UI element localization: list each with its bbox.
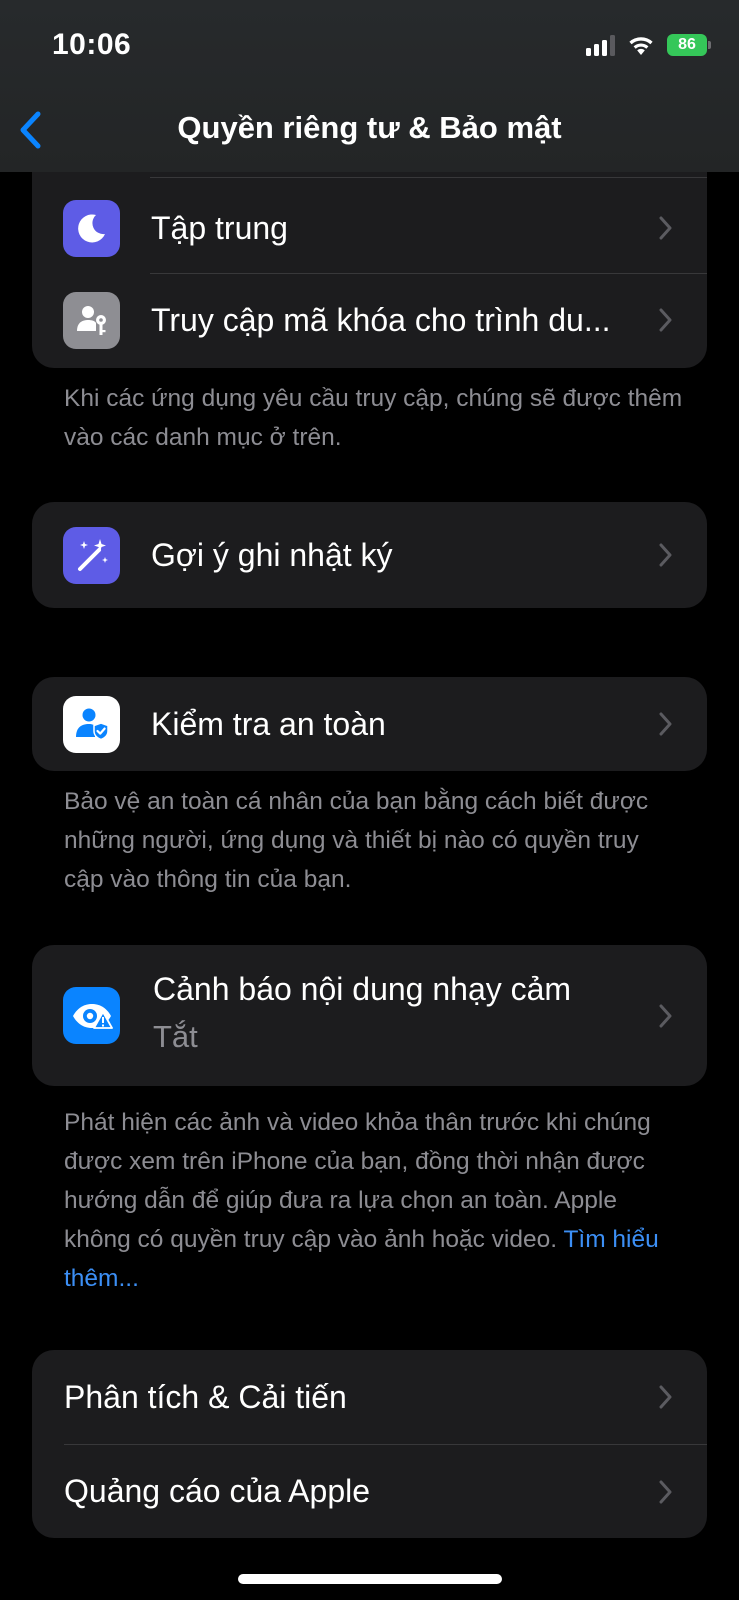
home-indicator[interactable] <box>238 1574 502 1584</box>
battery-level: 86 <box>678 36 696 53</box>
wifi-icon <box>629 37 653 55</box>
journal-group: Gợi ý ghi nhật ký <box>32 502 707 608</box>
person-shield-icon <box>75 708 109 741</box>
focus-icon <box>63 199 120 257</box>
divider <box>150 177 707 178</box>
passkey-access-row[interactable]: Truy cập mã khóa cho trình du... <box>32 276 707 364</box>
passkey-icon <box>63 291 120 349</box>
person-key-icon <box>76 306 106 335</box>
moon-icon <box>77 214 105 243</box>
chevron-right-icon <box>659 1385 672 1409</box>
chevron-right-icon <box>659 1004 672 1027</box>
sensitive-footnote: Phát hiện các ảnh và video khỏa thân trư… <box>64 1103 684 1298</box>
eye-warning-icon <box>72 1003 113 1029</box>
magic-wand-icon <box>77 539 108 571</box>
cellular-signal-icon <box>586 34 615 56</box>
safety-footnote: Bảo vệ an toàn cá nhân của bạn bằng cách… <box>64 788 649 893</box>
chevron-right-icon <box>659 216 672 240</box>
status-bar: 10:06 86 <box>0 0 739 90</box>
chevron-right-icon <box>659 308 672 332</box>
battery-icon: 86 <box>667 34 711 56</box>
chevron-right-icon <box>659 1480 672 1503</box>
analytics-label: Phân tích & Cải tiến <box>64 1378 347 1415</box>
journaling-suggestions-row[interactable]: Gợi ý ghi nhật ký <box>32 502 707 608</box>
analytics-improvements-row[interactable]: Phân tích & Cải tiến <box>32 1350 707 1444</box>
sensitive-content-value: Tắt <box>153 1019 198 1054</box>
sensitive-content-label: Cảnh báo nội dung nhạy cảm <box>153 971 572 1007</box>
safety-group: Kiểm tra an toàn <box>32 677 707 771</box>
divider <box>150 273 707 274</box>
sensitive-content-icon <box>63 987 120 1044</box>
safety-check-row[interactable]: Kiểm tra an toàn <box>32 677 707 771</box>
status-time: 10:06 <box>52 28 132 61</box>
journal-label: Gợi ý ghi nhật ký <box>151 536 393 573</box>
passkey-label: Truy cập mã khóa cho trình du... <box>151 301 611 338</box>
chevron-right-icon <box>659 543 672 567</box>
page-title: Quyền riêng tư & Bảo mật <box>177 110 562 145</box>
sensitive-content-group: Cảnh báo nội dung nhạy cảm Tắt <box>32 945 707 1086</box>
sensitive-content-warning-row[interactable]: Cảnh báo nội dung nhạy cảm Tắt <box>32 945 707 1086</box>
permissions-footnote: Khi các ứng dụng yêu cầu truy cập, chúng… <box>64 385 683 451</box>
permissions-group: Tập trung Truy cập mã khóa cho trình du.… <box>32 172 707 368</box>
journal-icon <box>63 526 120 584</box>
sensitive-text-block: Cảnh báo nội dung nhạy cảm Tắt <box>153 967 571 1059</box>
apple-ads-label: Quảng cáo của Apple <box>64 1473 371 1509</box>
chevron-right-icon <box>659 712 672 736</box>
analytics-group: Phân tích & Cải tiến Quảng cáo của Apple <box>32 1350 707 1538</box>
focus-label: Tập trung <box>151 209 288 246</box>
status-icons: 86 <box>586 30 711 60</box>
safety-check-icon <box>63 695 120 753</box>
focus-row[interactable]: Tập trung <box>32 188 707 268</box>
safety-check-label: Kiểm tra an toàn <box>151 705 386 742</box>
apple-advertising-row[interactable]: Quảng cáo của Apple <box>32 1445 707 1538</box>
